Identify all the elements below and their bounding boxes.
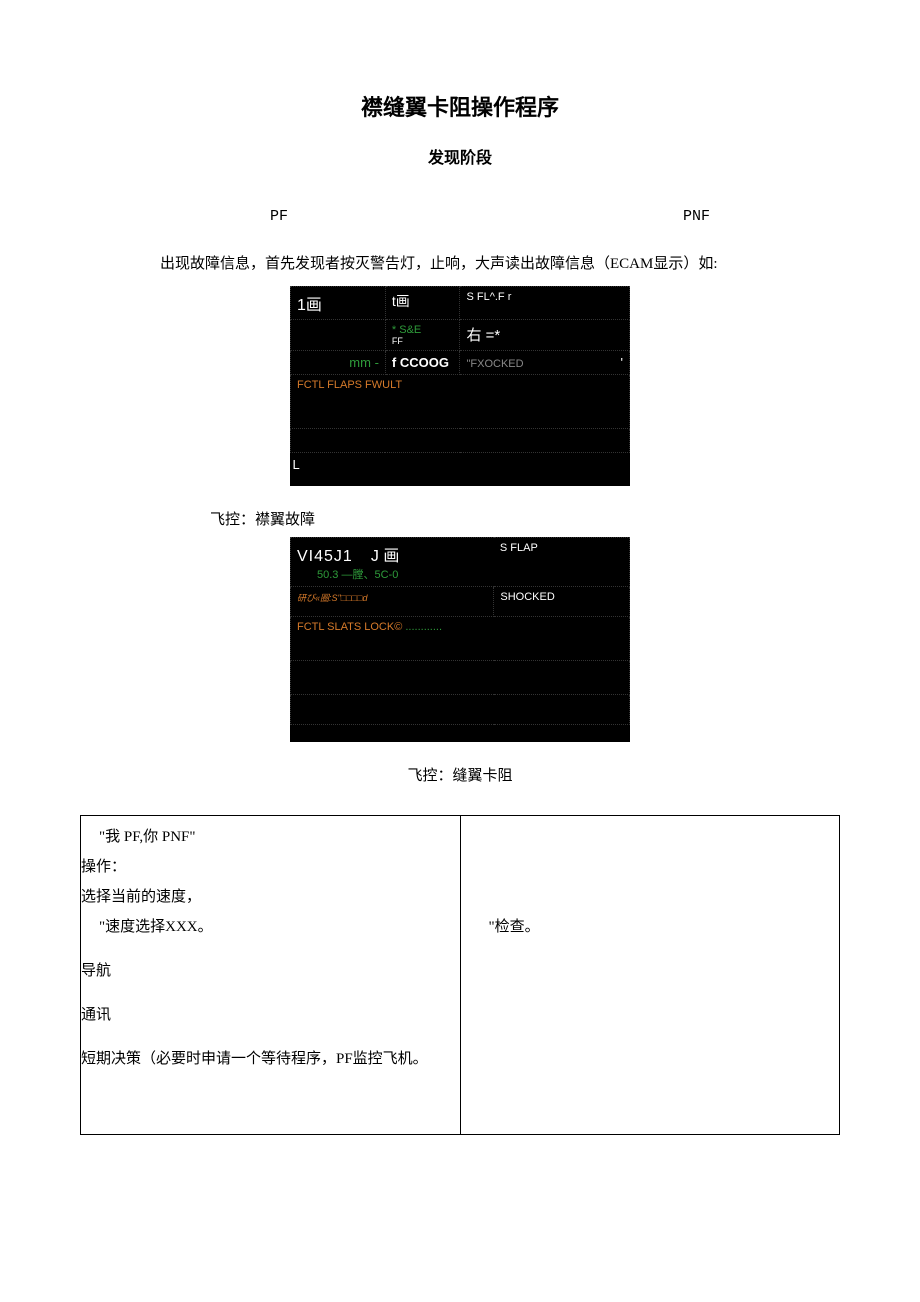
ecam1-r3a: mm - bbox=[291, 350, 386, 374]
proc-l7: 短期决策（必要时申请一个等待程序，PF监控飞机。 bbox=[81, 1044, 460, 1074]
proc-l5: 导航 bbox=[81, 956, 460, 986]
ecam1-r2c: FF bbox=[392, 336, 403, 346]
ecam1-r4: FCTL FLAPS FWULT bbox=[291, 374, 630, 428]
ecam1-r1c3: S FL^.F r bbox=[460, 286, 630, 319]
ecam1-r2b: 右 =* bbox=[460, 319, 630, 350]
ecam2-r1c: S FLAP bbox=[494, 537, 630, 586]
ecam1-r3d: ' bbox=[621, 355, 623, 370]
role-pnf: PNF bbox=[683, 208, 710, 225]
intro-text: 出现故障信息，首先发现者按灭警告灯，止响，大声读出故障信息（ECAM显示）如: bbox=[160, 253, 840, 276]
ecam-display-2: VI45J1 J 画 50.3 —膛、5C-0 S FLAP 研び«圈:S"□□… bbox=[290, 537, 630, 742]
roles-row: PF PNF bbox=[80, 208, 840, 225]
proc-l2: 操作： bbox=[81, 852, 460, 882]
procedure-right-cell: "检查。 bbox=[460, 815, 840, 1134]
ecam2-r3b: SHOCKED bbox=[494, 586, 630, 616]
ecam1-r3b: f CCOOG bbox=[385, 350, 460, 374]
proc-l3: 选择当前的速度， bbox=[81, 882, 460, 912]
ecam-display-1: 1画 t画 S FL^.F r * S&E FF 右 =* mm - f CCO… bbox=[290, 286, 630, 486]
caption-1: 飞控：襟翼故障 bbox=[210, 508, 840, 529]
ecam1-r3c: "FXOCKED bbox=[466, 358, 523, 370]
proc-r1: "检查。 bbox=[461, 822, 840, 942]
caption-2: 飞控：缝翼卡阻 bbox=[80, 764, 840, 785]
ecam1-r2a: * S&E bbox=[392, 324, 421, 336]
document-subtitle: 发现阶段 bbox=[80, 144, 840, 168]
ecam2-r3a: 研び«圈:S"□□□□d bbox=[297, 593, 367, 603]
proc-l1: "我 PF,你 PNF" bbox=[81, 822, 460, 852]
proc-l4: "速度选择XXX。 bbox=[81, 912, 460, 942]
ecam1-r1c2: t画 bbox=[385, 286, 460, 319]
ecam2-r4: FCTL SLATS LOCK© bbox=[297, 621, 402, 633]
proc-l6: 通讯 bbox=[81, 1000, 460, 1030]
ecam2-r2: 50.3 —膛、5C-0 bbox=[297, 569, 398, 581]
document-title: 襟缝翼卡阻操作程序 bbox=[80, 90, 840, 122]
role-pf: PF bbox=[270, 208, 288, 225]
ecam2-r1b: J 画 bbox=[371, 548, 399, 565]
ecam2-r1a: VI45J1 bbox=[297, 548, 353, 565]
ecam1-rL: L bbox=[291, 452, 630, 476]
ecam1-r1c1: 1画 bbox=[291, 286, 386, 319]
procedure-table: "我 PF,你 PNF" 操作： 选择当前的速度， "速度选择XXX。 导航 通… bbox=[80, 815, 840, 1135]
procedure-left-cell: "我 PF,你 PNF" 操作： 选择当前的速度， "速度选择XXX。 导航 通… bbox=[81, 815, 461, 1134]
